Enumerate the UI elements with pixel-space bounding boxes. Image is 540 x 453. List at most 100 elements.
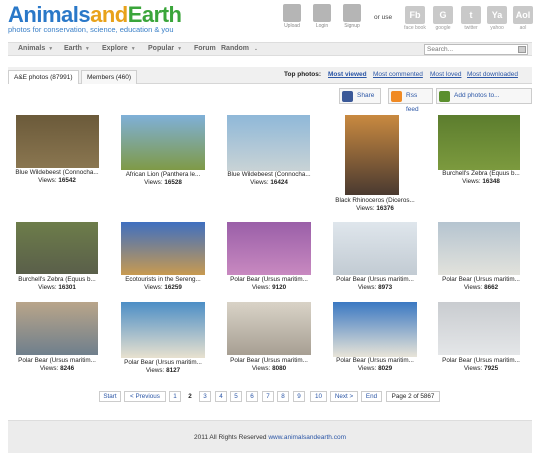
photo-thumbnail[interactable] [333, 222, 417, 275]
page-6[interactable]: 6 [246, 391, 258, 402]
aol-login-button[interactable]: Aol aol [512, 6, 534, 31]
facebook-label: face book [404, 25, 426, 31]
page-next[interactable]: Next > [330, 391, 358, 402]
photo-thumbnail[interactable] [333, 302, 417, 357]
logo-and: and [90, 2, 128, 27]
photo-title[interactable]: Polar Bear (Ursus maritim... [322, 357, 428, 364]
page-3[interactable]: 3 [199, 391, 211, 402]
photo-thumbnail[interactable] [121, 302, 205, 358]
page-1[interactable]: 1 [169, 391, 181, 402]
signup-button[interactable]: Signup [340, 4, 364, 29]
search-input[interactable] [425, 45, 513, 54]
photo-title[interactable]: Polar Bear (Ursus maritim... [110, 359, 216, 366]
login-button[interactable]: Login [310, 4, 334, 29]
page-10[interactable]: 10 [310, 391, 327, 402]
photo-views: Views: 8080 [216, 365, 322, 372]
signup-label: Signup [344, 23, 360, 29]
photo-title[interactable]: Blue Wildebeest (Connocha... [4, 169, 110, 176]
photo-title[interactable]: Polar Bear (Ursus maritim... [428, 276, 534, 283]
nav-random[interactable]: Random [221, 45, 249, 52]
nav-explore[interactable]: Explore ▼ [102, 45, 136, 52]
photo-thumbnail[interactable] [16, 302, 98, 355]
page-4[interactable]: 4 [215, 391, 227, 402]
photo-title[interactable]: Polar Bear (Ursus maritim... [322, 276, 428, 283]
site-header: AnimalsandEarth photos for conservation,… [0, 0, 540, 42]
photo-thumbnail[interactable] [227, 302, 311, 355]
photo-thumbnail[interactable] [438, 302, 520, 355]
logo-animals: Animals [8, 2, 91, 27]
views-label: Views: [38, 177, 57, 184]
nav-earth[interactable]: Earth ▼ [64, 45, 90, 52]
photo-views: Views: 16376 [322, 205, 428, 212]
photo-title[interactable]: African Lion (Panthera le... [110, 171, 216, 178]
tab-members[interactable]: Members (460) [81, 70, 138, 84]
nav-animals[interactable]: Animals ▼ [18, 45, 53, 52]
site-logo[interactable]: AnimalsandEarth [8, 2, 182, 27]
nav-forum[interactable]: Forum [194, 45, 216, 52]
page-8[interactable]: 8 [277, 391, 289, 402]
photo-title[interactable]: Polar Bear (Ursus maritim... [4, 357, 110, 364]
page-start[interactable]: Start [99, 391, 121, 402]
photo-views: Views: 16542 [4, 177, 110, 184]
twitter-login-button[interactable]: t twitter [460, 6, 482, 31]
photo-thumbnail[interactable] [438, 222, 520, 275]
filter-most-viewed[interactable]: Most viewed [328, 71, 367, 78]
photo-title[interactable]: Polar Bear (Ursus maritim... [428, 357, 534, 364]
photo-thumbnail[interactable] [121, 222, 205, 275]
facebook-login-button[interactable]: Fb face book [404, 6, 426, 31]
photo-title[interactable]: Burchell's Zebra (Equus b... [428, 170, 534, 177]
upload-button[interactable]: Upload [280, 4, 304, 29]
chevron-down-icon: ▼ [130, 46, 136, 52]
photo-thumbnail[interactable] [16, 222, 98, 274]
filter-most-commented[interactable]: Most commented [373, 71, 423, 78]
chevron-down-icon: ▼ [177, 46, 183, 52]
rss-feed-button[interactable]: Rss feed [388, 88, 433, 113]
photo-views: Views: 8662 [428, 284, 534, 291]
share-button[interactable]: Share [339, 88, 381, 104]
views-label: Views: [357, 365, 377, 372]
tab-ae-photos[interactable]: A&E photos (87991) [8, 70, 79, 84]
twitter-icon: t [461, 6, 481, 24]
views-count: 8662 [484, 284, 499, 291]
photo-title[interactable]: Black Rhinoceros (Diceros... [322, 197, 428, 204]
page-7[interactable]: 7 [262, 391, 274, 402]
photo-views: Views: 16259 [110, 284, 216, 291]
photo-views: Views: 16301 [4, 284, 110, 291]
photo-title[interactable]: Polar Bear (Ursus maritim... [216, 276, 322, 283]
footer-link[interactable]: www.animalsandearth.com [268, 434, 346, 441]
views-label: Views: [251, 365, 271, 372]
photo-title[interactable]: Blue Wildebeest (Connocha... [216, 171, 322, 178]
pagination: Start < Previous 1 2 3 4 5 6 7 8 9 10 Ne… [0, 391, 540, 403]
google-login-button[interactable]: G google [432, 6, 454, 31]
page-5[interactable]: 5 [230, 391, 242, 402]
views-count: 16542 [58, 177, 76, 184]
photo-thumbnail[interactable] [121, 115, 205, 170]
nav-popular[interactable]: Popular ▼ [148, 45, 182, 52]
filter-most-loved[interactable]: Most loved [430, 71, 461, 78]
login-label: Login [315, 23, 329, 29]
page-previous[interactable]: < Previous [124, 391, 166, 402]
upload-label: Upload [284, 23, 300, 29]
photo-thumbnail[interactable] [438, 115, 520, 170]
yahoo-login-button[interactable]: Ya yahoo [486, 6, 508, 31]
photo-thumbnail[interactable] [345, 115, 399, 195]
filter-most-downloaded[interactable]: Most downloaded [467, 71, 518, 78]
photo-thumbnail[interactable] [16, 115, 99, 168]
photo-title[interactable]: Burchell's Zebra (Equus b... [4, 276, 110, 283]
page-9[interactable]: 9 [293, 391, 305, 402]
page-end[interactable]: End [361, 391, 382, 402]
photo-views: Views: 8127 [110, 367, 216, 374]
aol-icon: Aol [513, 6, 533, 24]
views-label: Views: [251, 284, 271, 291]
photo-views: Views: 16424 [216, 179, 322, 186]
views-count: 8127 [166, 367, 181, 374]
main-nav: Animals ▼ Earth ▼ Explore ▼ Popular ▼ Forum … [8, 42, 532, 56]
photo-thumbnail[interactable] [227, 222, 311, 275]
views-label: Views: [462, 178, 481, 185]
photo-title[interactable]: Polar Bear (Ursus maritim... [216, 357, 322, 364]
photo-title[interactable]: Ecotourists in the Sereng... [110, 276, 216, 283]
photo-thumbnail[interactable] [227, 115, 310, 171]
nav-label: Explore [102, 45, 128, 52]
search-icon[interactable] [518, 46, 526, 53]
add-photos-button[interactable]: Add photos to... [436, 88, 532, 104]
